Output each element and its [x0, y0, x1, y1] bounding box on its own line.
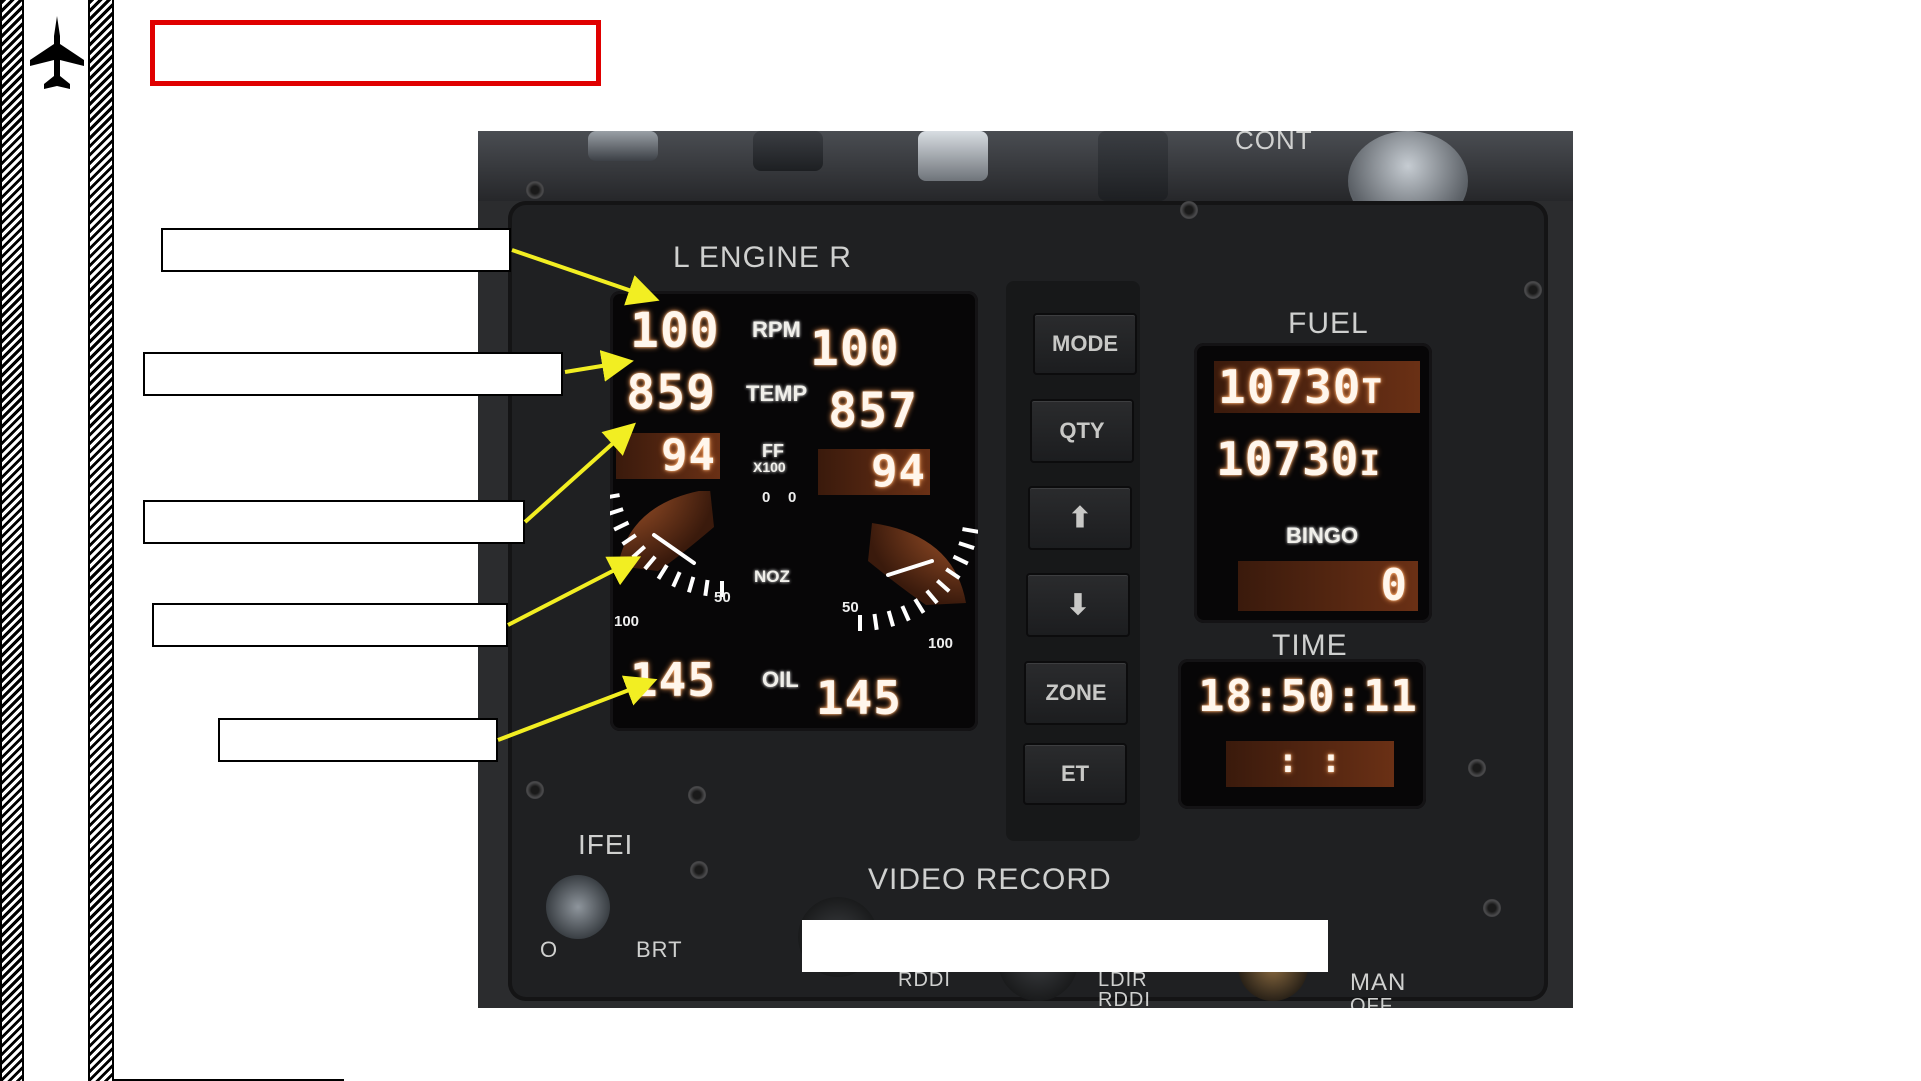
fighter-jet-icon	[30, 16, 84, 89]
noz-tick	[872, 613, 879, 631]
bingo-value: 0	[1238, 561, 1418, 611]
elapsed-time-value: : :	[1226, 741, 1394, 787]
brt-label: BRT	[636, 937, 683, 962]
noz-tick	[952, 554, 969, 566]
noz-tick	[613, 520, 630, 532]
screw	[1468, 759, 1486, 777]
screw	[690, 861, 708, 879]
noz-label: NOZ	[754, 567, 790, 586]
off-label: OFF	[1350, 995, 1393, 1008]
fuel-internal-digits: 10730	[1218, 360, 1362, 414]
rpm-label: RPM	[752, 317, 801, 342]
down-arrow-button[interactable]: ⬇	[1026, 573, 1130, 637]
oil-left-value: 145	[629, 653, 716, 707]
top-knob-1[interactable]	[588, 131, 658, 161]
callout-rpm	[161, 228, 511, 272]
noz-tick	[958, 541, 975, 550]
ifei-label: IFEI	[578, 829, 634, 860]
temp-left-value: 859	[626, 365, 716, 421]
noz-left-fifty-tick: 50	[714, 589, 731, 606]
ff-left-value: 94	[616, 433, 720, 479]
callout-nozzle	[152, 603, 508, 647]
noz-tick	[671, 571, 682, 588]
rddi-label-2: RDDI	[1098, 989, 1151, 1008]
fuel-title: FUEL	[1288, 307, 1369, 340]
video-record-label: VIDEO RECORD	[868, 863, 1112, 896]
fuel-internal-suffix: T	[1361, 372, 1383, 412]
callout-temp	[143, 352, 563, 396]
right-striped-bar	[88, 0, 114, 1081]
noz-right-zero-tick: 0	[788, 489, 797, 506]
screw	[526, 781, 544, 799]
oil-label: OIL	[762, 667, 799, 692]
noz-left-face	[618, 491, 714, 571]
ff-right-value: 94	[818, 449, 930, 495]
screw	[688, 786, 706, 804]
callout-fuel-flow	[143, 500, 525, 544]
noz-tick	[886, 610, 895, 627]
cont-label: CONT	[1235, 131, 1313, 155]
noz-tick	[962, 527, 978, 534]
time-title: TIME	[1272, 629, 1348, 662]
fuel-internal-value: 10730T	[1214, 361, 1420, 413]
noz-tick	[687, 576, 696, 593]
up-arrow-button[interactable]: ⬆	[1028, 486, 1132, 550]
screw	[1524, 281, 1542, 299]
bingo-label: BINGO	[1286, 523, 1359, 548]
left-striped-bar	[0, 0, 24, 1081]
noz-right-hundred-tick: 100	[928, 635, 954, 652]
qty-button[interactable]: QTY	[1030, 399, 1134, 463]
top-knob-4[interactable]	[1098, 131, 1168, 201]
fuel-total-digits: 10730	[1216, 432, 1360, 486]
ff-unit-label: X100	[753, 459, 786, 475]
temp-right-value: 857	[828, 383, 918, 439]
ifei-panel-photo: CONT L ENGINE R 100 RPM 100 859 TEMP 857…	[478, 131, 1573, 1008]
fuel-display: 10730T 10730I BINGO 0	[1194, 343, 1432, 623]
rddi-label: RDDI	[898, 969, 951, 991]
zone-button[interactable]: ZONE	[1024, 661, 1128, 725]
oil-right-value: 145	[815, 671, 902, 725]
temp-label: TEMP	[746, 381, 808, 406]
man-label: MAN	[1350, 969, 1407, 996]
time-display: 18:50:11 : :	[1178, 659, 1426, 809]
fuel-total-value: 10730I	[1212, 433, 1418, 485]
fuel-total-suffix: I	[1359, 444, 1381, 484]
screw	[526, 181, 544, 199]
screw	[1180, 201, 1198, 219]
callout-bottom	[802, 920, 1328, 972]
noz-tick	[610, 507, 624, 516]
noz-right-fifty-tick: 50	[842, 599, 859, 616]
rpm-right-value: 100	[810, 321, 900, 377]
callout-oil	[218, 718, 498, 762]
clock-value: 18:50:11	[1198, 671, 1418, 722]
engine-display: 100 RPM 100 859 TEMP 857 94 FF X100 94 0…	[610, 291, 978, 731]
rpm-left-value: 100	[630, 303, 720, 359]
engine-title: L ENGINE R	[673, 241, 852, 274]
noz-tick	[900, 605, 911, 622]
noz-tick	[610, 493, 620, 499]
top-knob-2[interactable]	[753, 131, 823, 171]
nozzle-gauges	[610, 491, 978, 631]
title-box	[150, 20, 601, 86]
noz-tick	[703, 579, 710, 597]
noz-left-zero-tick: 0	[762, 489, 771, 506]
mode-button[interactable]: MODE	[1033, 313, 1137, 375]
screw	[1483, 899, 1501, 917]
o-label: O	[540, 937, 559, 962]
top-knob-3[interactable]	[918, 131, 988, 181]
et-button[interactable]: ET	[1023, 743, 1127, 805]
brightness-knob[interactable]	[546, 875, 610, 939]
noz-left-hundred-tick: 100	[614, 613, 640, 630]
